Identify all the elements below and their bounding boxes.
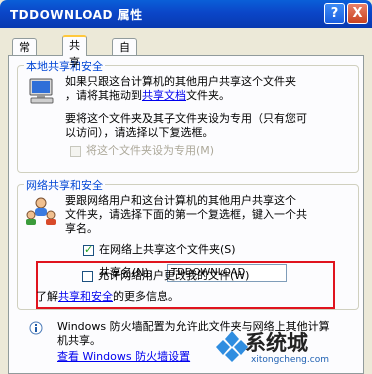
share-on-network-checkbox[interactable]: [83, 243, 94, 256]
computer-icon: [27, 77, 57, 105]
tab-sharing[interactable]: 共享: [62, 35, 87, 69]
window-title: TDDOWNLOAD 属性: [10, 8, 143, 22]
local-desc-line3: 要将这个文件夹及其子文件夹设为专用（只有您可: [65, 112, 307, 125]
view-firewall-settings-link[interactable]: 查看 Windows 防火墙设置: [57, 350, 190, 364]
watermark-logo-icon: [216, 331, 248, 362]
title-bar: TDDOWNLOAD 属性 ? X: [0, 0, 372, 28]
local-desc-line1: 如果只跟这台计算机的其他用户共享这个文件夹: [65, 75, 296, 88]
local-desc-line2-prefix: ，请将其拖动到: [65, 89, 142, 102]
share-on-network-label: 在网络上共享这个文件夹(S): [99, 243, 236, 256]
make-private-label: 将这个文件夹设为专用(M): [86, 144, 215, 157]
network-desc-line3: 享名。: [65, 222, 98, 235]
learn-more-suffix: 的更多信息。: [113, 290, 179, 303]
firewall-info-line2: 机共享。: [57, 334, 101, 347]
network-sharing-title: 网络共享和安全: [24, 177, 105, 193]
allow-change-label: 允许网络用户更改我的文件(W): [98, 269, 250, 282]
watermark-url: xitongcheng.com: [251, 355, 329, 365]
network-share-icon: [25, 196, 57, 226]
learn-more-line: 了解共享和安全的更多信息。: [36, 290, 179, 304]
shared-docs-link[interactable]: 共享文档: [142, 89, 186, 102]
sharing-security-link[interactable]: 共享和安全: [58, 290, 113, 303]
learn-more-prefix: 了解: [36, 290, 58, 303]
make-private-checkbox[interactable]: [70, 146, 81, 157]
network-desc-line2: 文件夹，请选择下面的第一个复选框，键入一个共: [65, 208, 307, 221]
local-desc-line4: 以访问），请选择以下复选框。: [65, 126, 214, 139]
info-icon: [29, 321, 43, 335]
sharing-panel: 本地共享和安全 如果只跟这台计算机的其他用户共享这个文件夹 ，请将其拖动到共享文…: [8, 55, 364, 374]
local-desc-line2: ，请将其拖动到共享文档文件夹。: [65, 89, 230, 103]
watermark-text: 系统城: [245, 331, 308, 355]
network-desc-line1: 要跟网络用户和这台计算机的其他用户共享这个: [65, 194, 296, 207]
allow-change-checkbox[interactable]: [82, 271, 93, 282]
watermark: 系统城 xitongcheng.com: [215, 327, 355, 369]
close-button[interactable]: X: [347, 3, 368, 24]
help-button[interactable]: ?: [324, 3, 345, 24]
tab-general[interactable]: 常规: [12, 38, 37, 71]
tab-customize[interactable]: 自定义: [112, 38, 137, 88]
local-sharing-title: 本地共享和安全: [24, 58, 105, 74]
local-desc-line2-suffix: 文件夹。: [186, 89, 230, 102]
